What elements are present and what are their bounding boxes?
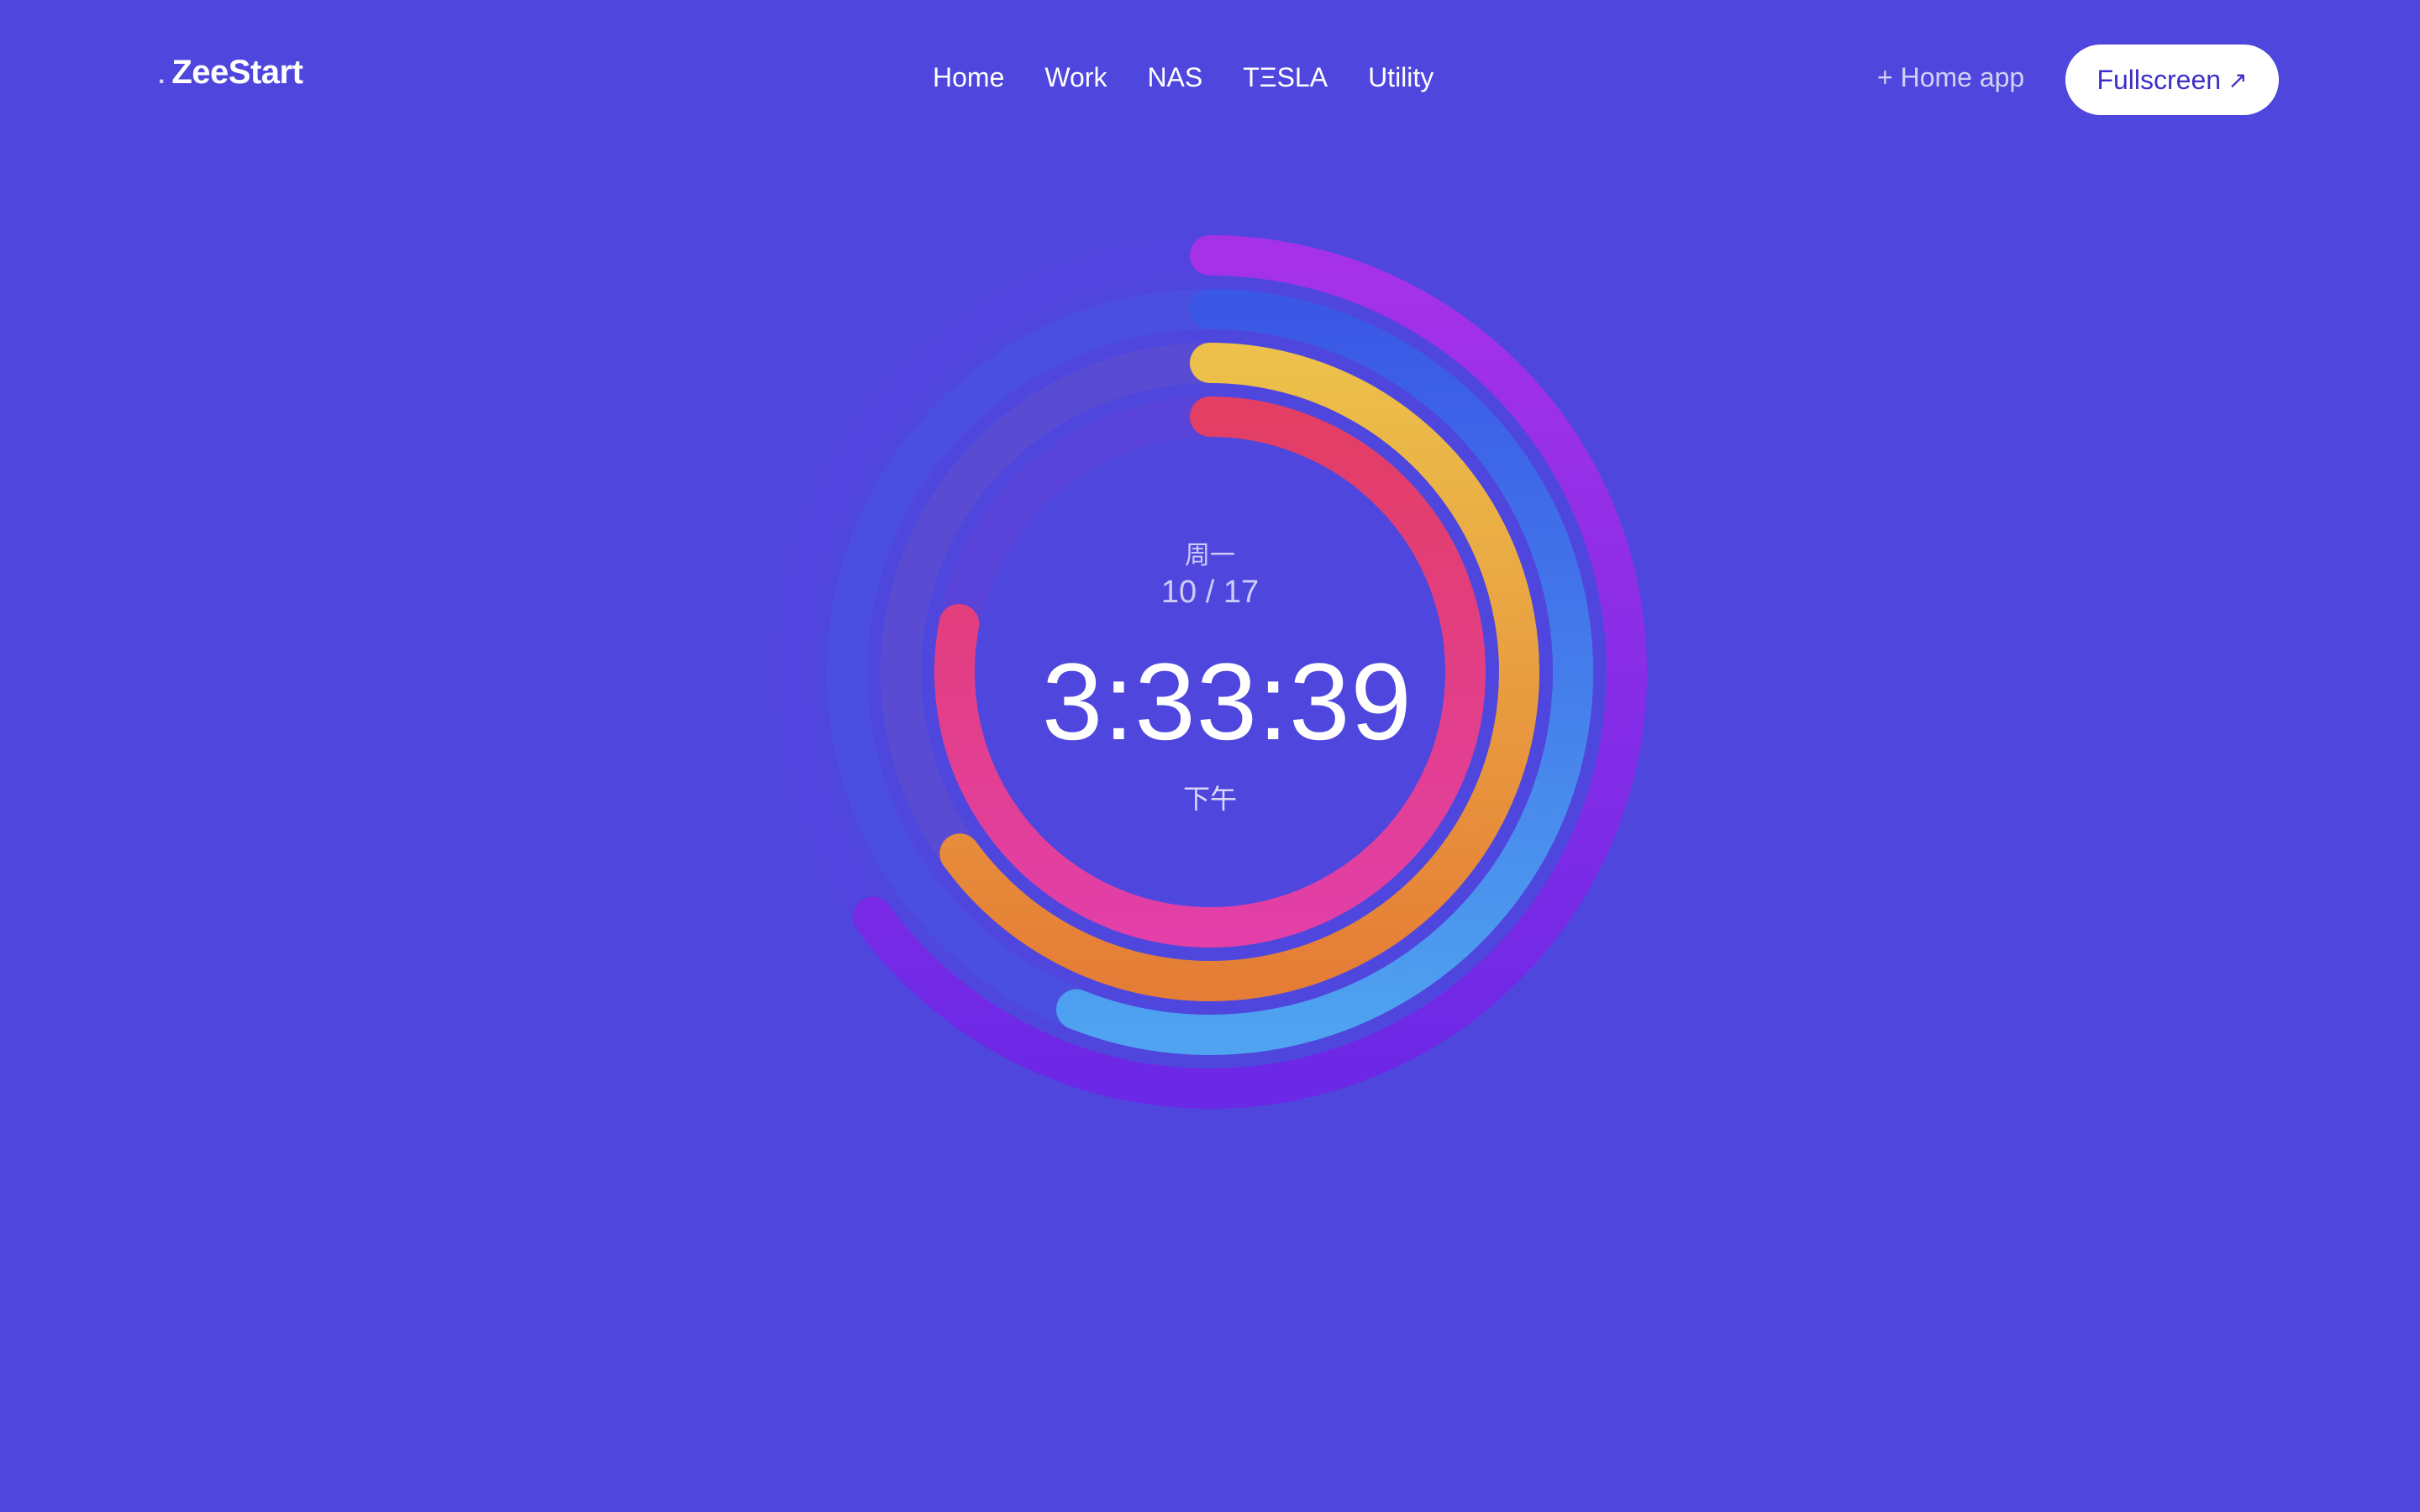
date-label: 10 / 17: [1160, 575, 1260, 610]
start-page: . ZeeStart Home Work NAS TΞSLA Utility +…: [0, 0, 2420, 1512]
period-label: 下午: [1182, 784, 1237, 814]
weekday-label: 周一: [1185, 542, 1235, 570]
time-display: 3:33:39: [1042, 640, 1413, 763]
